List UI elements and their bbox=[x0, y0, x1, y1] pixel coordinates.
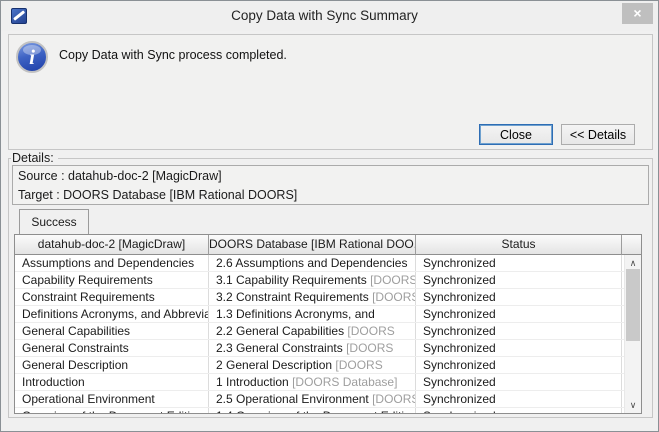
cell-target: 3.2 Constraint Requirements [DOORS bbox=[209, 289, 416, 305]
cell-target: 2.3 General Constraints [DOORS bbox=[209, 340, 416, 356]
cell-source: Assumptions and Dependencies bbox=[15, 255, 209, 271]
table-row[interactable]: Introduction1 Introduction [DOORS Databa… bbox=[15, 374, 624, 391]
results-table: datahub-doc-2 [MagicDraw]DOORS Database … bbox=[14, 234, 642, 414]
cell-target-suffix: [DOORS bbox=[372, 392, 416, 406]
cell-source: General Description bbox=[15, 357, 209, 373]
cell-status: Synchronized bbox=[416, 391, 622, 407]
header-cell[interactable]: DOORS Database [IBM Rational DOO... bbox=[209, 235, 416, 255]
dialog-window: Copy Data with Sync Summary × i Copy Dat… bbox=[0, 0, 659, 432]
cell-source: Introduction bbox=[15, 374, 209, 390]
table-row[interactable]: Capability Requirements3.1 Capability Re… bbox=[15, 272, 624, 289]
header-cell[interactable]: Status bbox=[416, 235, 622, 255]
app-icon bbox=[11, 8, 27, 24]
table-row[interactable]: General Description2 General Description… bbox=[15, 357, 624, 374]
info-icon: i bbox=[16, 41, 48, 73]
cell-target: 1 Introduction [DOORS Database] bbox=[209, 374, 416, 390]
cell-source: Constraint Requirements bbox=[15, 289, 209, 305]
cell-status: Synchronized bbox=[416, 374, 622, 390]
cell-source: General Constraints bbox=[15, 340, 209, 356]
cell-target: 3.1 Capability Requirements [DOORS bbox=[209, 272, 416, 288]
header-filler bbox=[622, 235, 641, 255]
window-close-button[interactable]: × bbox=[622, 3, 653, 24]
cell-status: Synchronized bbox=[416, 323, 622, 339]
info-icon-glyph: i bbox=[29, 45, 35, 69]
tab-success[interactable]: Success bbox=[19, 209, 89, 234]
cell-target: 2.6 Assumptions and Dependencies bbox=[209, 255, 416, 271]
cell-target-suffix: [DOORS bbox=[346, 341, 393, 355]
table-row[interactable]: Assumptions and Dependencies2.6 Assumpti… bbox=[15, 255, 624, 272]
cell-target-suffix: [DOORS bbox=[347, 324, 394, 338]
cell-status: Synchronized bbox=[416, 357, 622, 373]
cell-target-suffix: [DOORS bbox=[370, 273, 416, 287]
scroll-down-icon[interactable]: ∨ bbox=[625, 398, 641, 412]
cell-target: 1.4 Overview of the Document Editi... bbox=[209, 408, 416, 413]
table-row[interactable]: General Constraints2.3 General Constrain… bbox=[15, 340, 624, 357]
message-text: Copy Data with Sync process completed. bbox=[59, 48, 287, 62]
table-row[interactable]: Constraint Requirements3.2 Constraint Re… bbox=[15, 289, 624, 306]
cell-source: Capability Requirements bbox=[15, 272, 209, 288]
cell-target: 2.5 Operational Environment [DOORS bbox=[209, 391, 416, 407]
cell-target-suffix: [DOORS bbox=[335, 358, 382, 372]
cell-target: 2 General Description [DOORS bbox=[209, 357, 416, 373]
table-body: Assumptions and Dependencies2.6 Assumpti… bbox=[15, 255, 624, 413]
vertical-scrollbar[interactable]: ∧ ∨ bbox=[624, 255, 641, 413]
details-group-label: Details: bbox=[11, 151, 58, 165]
cell-status: Synchronized bbox=[416, 272, 622, 288]
cell-status: Synchronized bbox=[416, 255, 622, 271]
close-button[interactable]: Close bbox=[479, 124, 553, 145]
cell-source: Operational Environment bbox=[15, 391, 209, 407]
source-line: Source : datahub-doc-2 [MagicDraw] bbox=[18, 167, 643, 186]
cell-target: 2.2 General Capabilities [DOORS bbox=[209, 323, 416, 339]
scrollbar-thumb[interactable] bbox=[626, 269, 640, 341]
table-header: datahub-doc-2 [MagicDraw]DOORS Database … bbox=[15, 235, 641, 255]
cell-target-suffix: [DOORS Database] bbox=[292, 375, 397, 389]
cell-target-suffix: [DOORS bbox=[372, 290, 416, 304]
source-target-panel: Source : datahub-doc-2 [MagicDraw] Targe… bbox=[12, 165, 649, 205]
cell-status: Synchronized bbox=[416, 306, 622, 322]
header-cell[interactable]: datahub-doc-2 [MagicDraw] bbox=[15, 235, 209, 255]
table-row[interactable]: Definitions Acronyms, and Abbreviat...1.… bbox=[15, 306, 624, 323]
table-row[interactable]: General Capabilities2.2 General Capabili… bbox=[15, 323, 624, 340]
cell-target: 1.3 Definitions Acronyms, and bbox=[209, 306, 416, 322]
target-line: Target : DOORS Database [IBM Rational DO… bbox=[18, 186, 643, 205]
cell-status: Synchronized bbox=[416, 340, 622, 356]
window-title: Copy Data with Sync Summary bbox=[51, 8, 598, 23]
table-row[interactable]: Operational Environment2.5 Operational E… bbox=[15, 391, 624, 408]
cell-status: Synchronized bbox=[416, 408, 622, 413]
cell-source: Overview of the Document Editi... bbox=[15, 408, 209, 413]
table-row[interactable]: Overview of the Document Editi...1.4 Ove… bbox=[15, 408, 624, 413]
titlebar[interactable]: Copy Data with Sync Summary × bbox=[1, 1, 658, 31]
cell-status: Synchronized bbox=[416, 289, 622, 305]
cell-source: Definitions Acronyms, and Abbreviat... bbox=[15, 306, 209, 322]
scroll-up-icon[interactable]: ∧ bbox=[625, 256, 641, 270]
cell-source: General Capabilities bbox=[15, 323, 209, 339]
details-toggle-button[interactable]: << Details bbox=[561, 124, 635, 145]
close-icon: × bbox=[633, 5, 641, 21]
